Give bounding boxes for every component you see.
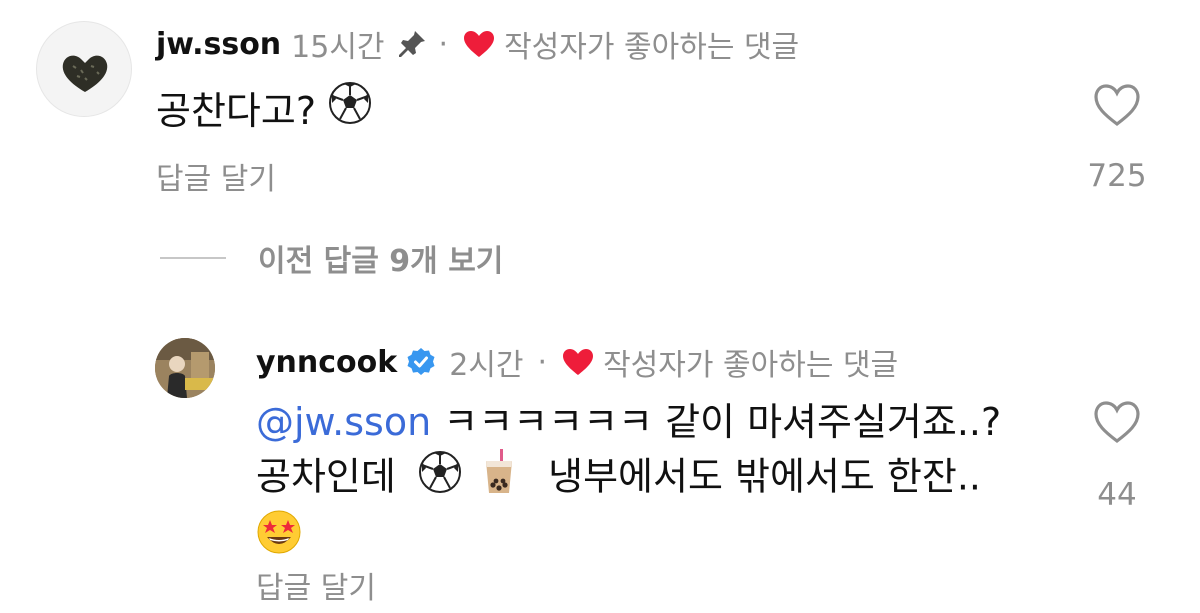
comment-header: ynncook 2시간 · 작성자가 좋아하는 댓글 [256, 340, 898, 384]
comment-text-part3: 냉부에서도 밖에서도 한잔.. [548, 454, 982, 499]
separator: · [438, 26, 449, 62]
star-struck-emoji-icon [256, 509, 302, 569]
comment-header: jw.sson 15시간 · 작성자가 좋아하는 댓글 [156, 22, 799, 66]
comment-text-part2: 공차인데 [256, 454, 396, 499]
view-more-replies-button[interactable]: 이전 답글 9개 보기 [160, 236, 503, 280]
avatar-jw-sson[interactable] [36, 21, 132, 117]
like-count: 44 [1097, 477, 1137, 513]
username[interactable]: ynncook [256, 345, 397, 380]
comment-text-part1: ㅋㅋㅋㅋㅋㅋ 같이 마셔주실거죠..? [431, 400, 1002, 444]
bubble-tea-emoji-icon [482, 449, 516, 509]
heart-stone-avatar-image [62, 55, 108, 92]
profile-photo-image [155, 338, 215, 398]
comment-text: @jw.sson ㅋㅋㅋㅋㅋㅋ 같이 마셔주실거죠..? 공차인데 냉부에서도 … [256, 396, 1076, 569]
soccer-ball-emoji-icon [418, 450, 462, 508]
soccer-ball-emoji-icon [328, 81, 372, 134]
reply-button[interactable]: 답글 달기 [156, 154, 276, 198]
like-count: 725 [1087, 158, 1147, 194]
avatar-ynncook[interactable] [155, 338, 215, 398]
pin-icon [395, 27, 429, 61]
liked-by-author-label: 작성자가 좋아하는 댓글 [504, 30, 800, 65]
heart-filled-icon [561, 347, 595, 377]
view-more-replies-label: 이전 답글 9개 보기 [258, 244, 504, 279]
heart-filled-icon [462, 29, 496, 59]
heart-outline-icon[interactable] [1092, 399, 1142, 445]
heart-outline-icon[interactable] [1092, 82, 1142, 128]
liked-by-author-label: 작성자가 좋아하는 댓글 [603, 348, 899, 383]
separator: · [537, 344, 548, 380]
verified-badge-icon [405, 346, 437, 378]
divider-line [160, 257, 226, 259]
timestamp: 15시간 [291, 30, 385, 65]
timestamp: 2시간 [449, 348, 524, 383]
comment-text: 공찬다고? [156, 80, 372, 135]
mention-link[interactable]: @jw.sson [256, 400, 431, 444]
username[interactable]: jw.sson [156, 27, 281, 62]
comment-text-content: 공찬다고? [156, 89, 317, 133]
reply-button[interactable]: 답글 달기 [256, 563, 376, 607]
